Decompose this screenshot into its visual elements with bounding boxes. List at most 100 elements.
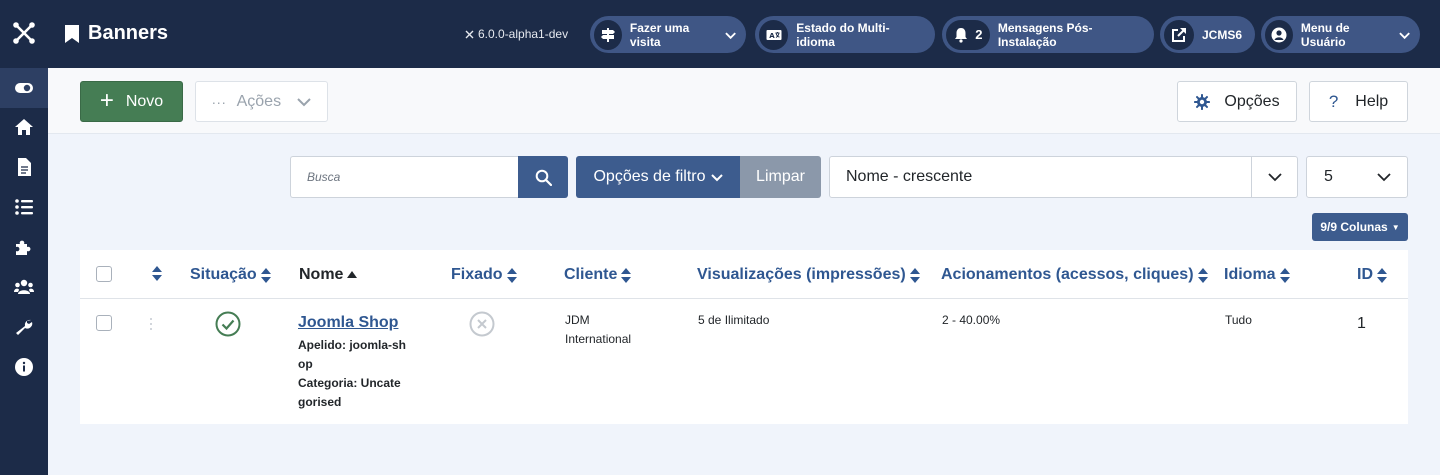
clicks-column-header[interactable]: Acionamentos (acessos, cliques) — [941, 266, 1208, 284]
id-cell: 1 — [1357, 315, 1366, 332]
banner-alias: Apelido: joomla-shop — [298, 338, 406, 371]
sidebar — [0, 0, 48, 475]
gear-icon — [1194, 93, 1211, 110]
banner-name-link[interactable]: Joomla Shop — [298, 314, 398, 332]
search-bar — [290, 156, 568, 198]
new-button[interactable]: + Novo — [80, 81, 183, 122]
multilanguage-status-label: Estado do Multi-idioma — [796, 20, 890, 49]
signpost-icon — [594, 19, 622, 50]
user-menu-button[interactable]: Menu de Usuário — [1261, 16, 1420, 53]
name-header-label: Nome — [299, 266, 344, 283]
guided-tour-button[interactable]: Fazer uma visita — [590, 16, 746, 53]
new-button-label: Novo — [125, 92, 164, 110]
sidebar-puzzle-icon[interactable] — [0, 227, 48, 267]
sort-icon — [1377, 267, 1387, 283]
sort-icon — [621, 267, 632, 283]
external-link-icon — [1164, 19, 1194, 50]
sort-icon — [152, 266, 162, 281]
chevron-down-icon — [710, 174, 723, 182]
filter-options-button[interactable]: Opções de filtro — [576, 156, 740, 198]
site-link-button[interactable]: JCMS6 — [1160, 16, 1255, 53]
clear-button[interactable]: Limpar — [740, 156, 821, 198]
user-icon — [1265, 19, 1293, 50]
drag-handle-icon[interactable] — [149, 317, 153, 331]
sidebar-home-icon[interactable] — [0, 107, 48, 147]
actions-label: Ações — [236, 92, 282, 110]
header: Banners 6.0.0-alpha1-dev Fazer uma visit… — [48, 0, 1440, 68]
sidebar-wrench-icon[interactable] — [0, 307, 48, 347]
filter-options-label: Opções de filtro — [593, 168, 706, 185]
joomla-logo-icon[interactable] — [12, 21, 36, 45]
limit-value: 5 — [1324, 168, 1333, 185]
user-menu-label: Menu de Usuário — [1300, 20, 1350, 49]
clicks-header-label: Acionamentos (acessos, cliques) — [941, 266, 1194, 283]
language-column-header[interactable]: Idioma — [1224, 266, 1290, 284]
name-column-header[interactable]: Nome — [299, 266, 358, 284]
clicks-cell: 2 - 40.00% — [942, 313, 1001, 327]
row-checkbox[interactable] — [96, 315, 112, 331]
sidebar-toggle-icon[interactable] — [0, 68, 48, 108]
actions-dropdown[interactable]: ... Ações — [195, 81, 328, 122]
search-button[interactable] — [518, 156, 568, 198]
unpinned-x-icon[interactable] — [469, 311, 495, 337]
site-link-label: JCMS6 — [1202, 27, 1243, 42]
ellipsis-icon: ... — [211, 90, 227, 107]
chevron-down-icon — [725, 31, 736, 39]
toolbar: + Novo ... Ações Opções ? Help — [48, 68, 1440, 134]
post-install-messages-button[interactable]: 2 Mensagens Pós-Instalação — [942, 16, 1154, 53]
table-header: Situação Nome Fixado Cliente Visualizaçõ… — [80, 250, 1408, 299]
page-title-text: Banners — [88, 22, 169, 44]
sort-asc-icon — [347, 271, 358, 278]
id-header-label: ID — [1357, 266, 1373, 283]
chevron-down-icon — [1361, 157, 1407, 197]
sort-value: Nome - crescente — [846, 168, 973, 185]
chevron-down-icon — [297, 97, 311, 106]
search-input[interactable] — [290, 156, 519, 198]
messages-count: 2 — [975, 27, 983, 42]
sort-icon — [260, 267, 271, 283]
joomla-small-icon — [465, 30, 474, 38]
sort-icon — [1279, 267, 1290, 283]
banners-table: Situação Nome Fixado Cliente Visualizaçõ… — [80, 250, 1408, 424]
sort-icon — [506, 267, 517, 283]
caret-down-icon: ▼ — [1391, 222, 1400, 232]
chevron-down-icon — [1251, 157, 1297, 197]
chevron-down-icon — [1399, 31, 1410, 39]
multilanguage-status-button[interactable]: A Estado do Multi-idioma — [755, 16, 935, 53]
client-column-header[interactable]: Cliente — [564, 266, 632, 284]
sort-select[interactable]: Nome - crescente — [829, 156, 1298, 198]
status-column-header[interactable]: Situação — [190, 266, 271, 284]
options-button[interactable]: Opções — [1177, 81, 1297, 122]
plus-icon: + — [99, 86, 114, 114]
post-install-messages-label: Mensagens Pós-Instalação — [997, 20, 1093, 49]
question-icon: ? — [1328, 91, 1339, 111]
help-button[interactable]: ? Help — [1309, 81, 1408, 122]
sidebar-info-icon[interactable] — [0, 347, 48, 387]
bookmark-icon — [65, 24, 79, 43]
version-text: 6.0.0-alpha1-dev — [478, 27, 569, 41]
search-icon — [535, 169, 552, 186]
pinned-column-header[interactable]: Fixado — [451, 266, 517, 284]
limit-select[interactable]: 5 — [1306, 156, 1408, 198]
select-all-checkbox[interactable] — [96, 266, 112, 282]
ordering-sort-header[interactable] — [148, 266, 162, 281]
published-check-icon[interactable] — [215, 311, 241, 337]
client-cell: JDM International — [565, 313, 632, 346]
sidebar-file-icon[interactable] — [0, 147, 48, 187]
sidebar-users-icon[interactable] — [0, 267, 48, 307]
clear-label: Limpar — [756, 168, 805, 185]
help-label: Help — [1355, 92, 1389, 110]
bell-icon: 2 — [946, 19, 990, 50]
guided-tour-label: Fazer uma visita — [629, 20, 690, 49]
impressions-header-label: Visualizações (impressões) — [697, 266, 906, 283]
banner-category: Categoria: Uncategorised — [298, 376, 401, 409]
pinned-header-label: Fixado — [451, 266, 503, 283]
impressions-column-header[interactable]: Visualizações (impressões) — [697, 266, 920, 284]
version-label: 6.0.0-alpha1-dev — [464, 27, 568, 41]
id-column-header[interactable]: ID — [1357, 266, 1387, 284]
options-label: Opções — [1224, 92, 1280, 110]
sort-icon — [909, 267, 920, 283]
impressions-cell: 5 de Ilimitado — [698, 313, 770, 327]
columns-button[interactable]: 9/9 Colunas ▼ — [1312, 213, 1408, 241]
sidebar-list-icon[interactable] — [0, 187, 48, 227]
